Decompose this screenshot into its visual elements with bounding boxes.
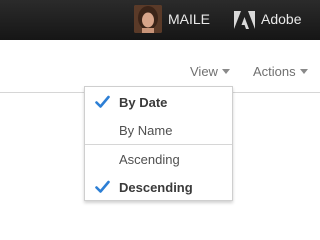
menu-item-label: Ascending [119,152,180,167]
checkmark-icon [95,180,110,193]
menu-item-label: By Date [119,95,168,110]
menu-item-descending[interactable]: Descending [85,173,232,201]
avatar[interactable] [134,5,162,33]
caret-down-icon [221,69,230,74]
adobe-logo-icon [234,11,255,29]
menu-item-ascending[interactable]: Ascending [85,145,232,173]
actions-label: Actions [253,64,296,79]
actions-button[interactable]: Actions [253,64,308,80]
menu-item-label: By Name [119,123,173,138]
top-bar: MAILE Adobe [0,0,320,40]
user-name[interactable]: MAILE [168,11,210,27]
menu-item-label: Descending [119,180,193,195]
caret-down-icon [299,69,308,74]
brand-name: Adobe [261,11,302,27]
checkmark-icon [95,95,110,108]
view-button[interactable]: View [190,64,230,80]
menu-item-by-name[interactable]: By Name [85,116,232,144]
view-dropdown-menu: By Date By Name Ascending Descending [84,86,233,201]
menu-item-by-date[interactable]: By Date [85,88,232,116]
user-photo-icon [134,5,162,33]
view-label: View [190,64,218,79]
